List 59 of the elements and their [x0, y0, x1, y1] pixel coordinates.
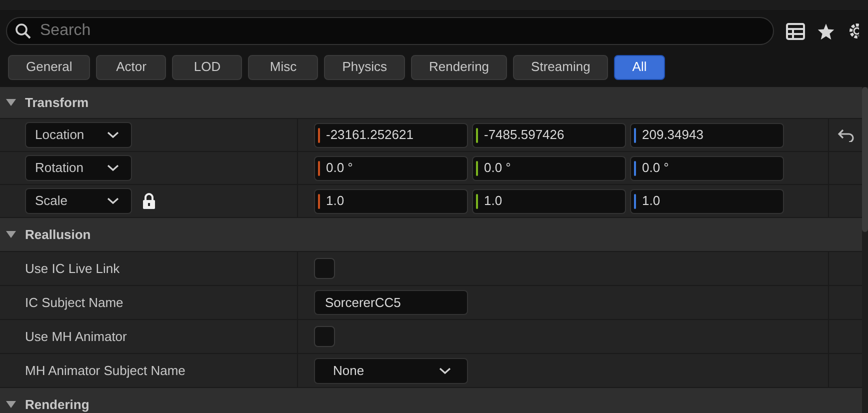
- number-field[interactable]: -7485.597426: [472, 122, 626, 148]
- number-field[interactable]: -23161.252621: [314, 122, 468, 148]
- table-icon[interactable]: [786, 22, 805, 40]
- filter-tab[interactable]: Rendering: [411, 54, 508, 80]
- axis-marker: [476, 128, 478, 142]
- axis-marker: [634, 194, 636, 208]
- section-header[interactable]: Rendering: [0, 388, 862, 413]
- number-field[interactable]: 0.0 °: [314, 156, 468, 180]
- search-icon: [15, 23, 31, 39]
- axis-marker: [634, 160, 636, 176]
- axis-marker: [318, 160, 320, 176]
- star-icon[interactable]: [817, 22, 835, 40]
- section-title: Reallusion: [25, 226, 91, 244]
- expand-triangle-icon[interactable]: [5, 230, 17, 240]
- text-field[interactable]: SorcererCC5: [314, 290, 468, 315]
- expand-triangle-icon[interactable]: [5, 400, 17, 410]
- transform-mode-dropdown[interactable]: Scale: [25, 188, 132, 214]
- settings-icon[interactable]: [847, 22, 859, 40]
- property-label: Use MH Animator: [25, 328, 127, 346]
- filter-tab[interactable]: LOD: [172, 54, 242, 80]
- subject-dropdown[interactable]: None: [314, 358, 468, 384]
- section-title: Rendering: [25, 396, 90, 413]
- axis-marker: [318, 128, 320, 142]
- number-field[interactable]: 0.0 °: [472, 156, 626, 180]
- chevron-down-icon: [107, 131, 119, 139]
- transform-mode-dropdown[interactable]: Rotation: [25, 155, 132, 181]
- filter-tab[interactable]: Misc: [248, 54, 318, 80]
- section-header[interactable]: Transform: [0, 87, 862, 119]
- property-label: IC Subject Name: [25, 294, 124, 312]
- chevron-down-icon: [107, 164, 119, 172]
- chevron-down-icon: [439, 366, 451, 374]
- axis-marker: [318, 194, 320, 208]
- expand-triangle-icon[interactable]: [5, 98, 17, 108]
- search-field[interactable]: Search: [6, 17, 774, 45]
- filter-tab[interactable]: Physics: [324, 54, 406, 80]
- number-field[interactable]: 209.34943: [630, 122, 784, 148]
- number-field[interactable]: 1.0: [630, 188, 784, 214]
- checkbox[interactable]: [314, 258, 335, 279]
- axis-marker: [476, 160, 478, 176]
- axis-marker: [634, 128, 636, 142]
- filter-tab[interactable]: General: [8, 54, 90, 80]
- axis-marker: [476, 194, 478, 208]
- filter-tab[interactable]: Actor: [96, 54, 166, 80]
- section-title: Transform: [25, 94, 89, 112]
- filter-tab[interactable]: All: [614, 54, 665, 80]
- property-label: Use IC Live Link: [25, 260, 120, 278]
- checkbox[interactable]: [314, 326, 335, 347]
- number-field[interactable]: 0.0 °: [630, 156, 784, 180]
- reset-arrow-icon[interactable]: [838, 128, 854, 142]
- filter-tab[interactable]: Streaming: [513, 54, 608, 80]
- number-field[interactable]: 1.0: [472, 188, 626, 214]
- scrollbar-thumb[interactable]: [862, 87, 868, 232]
- number-field[interactable]: 1.0: [314, 188, 468, 214]
- chevron-down-icon: [107, 197, 119, 205]
- scrollbar-track[interactable]: [862, 87, 868, 413]
- section-header[interactable]: Reallusion: [0, 218, 862, 252]
- lock-icon[interactable]: [142, 193, 156, 209]
- transform-mode-dropdown[interactable]: Location: [25, 122, 132, 148]
- property-label: MH Animator Subject Name: [25, 362, 186, 380]
